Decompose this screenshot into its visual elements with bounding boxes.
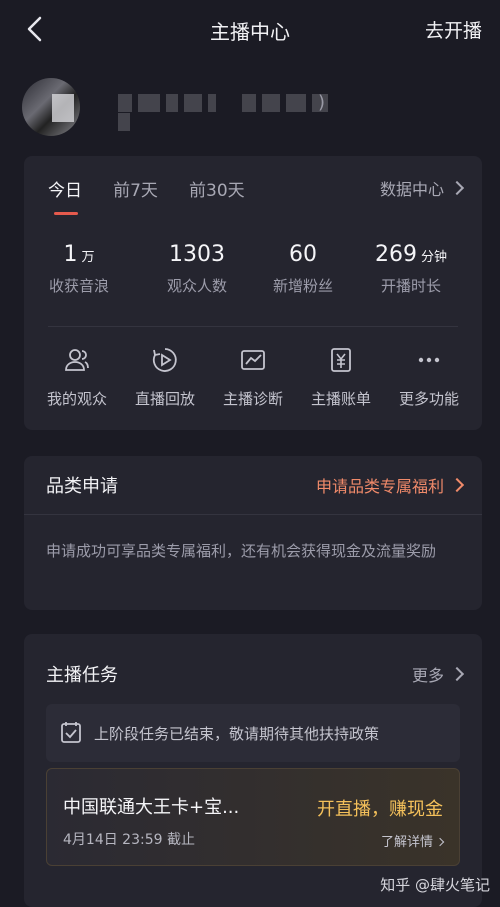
task-item[interactable]: 中国联通大王卡+宝... 4月14日 23:59 截止 开直播，赚现金 了解详情	[46, 768, 460, 866]
stat-value: 1303	[169, 242, 225, 267]
quick-actions: 我的观众 直播回放 主播诊断 主播账单 更多功能	[24, 346, 482, 416]
action-label: 直播回放	[134, 390, 195, 408]
divider	[48, 326, 458, 327]
action-label: 更多功能	[398, 390, 459, 408]
stat-value: 269	[374, 242, 417, 267]
stat-audio-waves: 1万 收获音浪	[24, 242, 134, 296]
active-tab-indicator	[54, 212, 78, 215]
chevron-right-icon	[449, 477, 465, 493]
category-application-card: 品类申请 申请品类专属福利 申请成功可享品类专属福利，还有机会获得现金及流量奖励	[24, 456, 482, 610]
stat-label: 开播时长	[380, 277, 441, 295]
stat-label: 观众人数	[166, 277, 227, 295]
notice-text: 上阶段任务已结束，敬请期待其他扶持政策	[94, 725, 380, 743]
stat-unit: 分钟	[420, 250, 447, 265]
stats-row: 1万 收获音浪 1303 观众人数 60 新增粉丝 269 分钟 开播时长	[24, 242, 482, 302]
streamer-tasks-card: 主播任务 更多 上阶段任务已结束，敬请期待其他扶持政策 中国联通大王卡+宝...…	[24, 634, 482, 907]
stat-value: 60	[289, 242, 317, 267]
category-benefit-link[interactable]: 申请品类专属福利	[315, 473, 465, 497]
task-notice: 上阶段任务已结束，敬请期待其他扶持政策	[46, 704, 460, 762]
stat-new-fans: 60 新增粉丝	[248, 242, 358, 296]
watermark: 知乎 @肆火笔记	[380, 876, 490, 894]
stat-live-duration: 269 分钟 开播时长	[356, 242, 466, 296]
task-detail-link[interactable]: 了解详情	[380, 831, 445, 850]
detail-label: 了解详情	[380, 835, 433, 850]
more-label: 更多	[411, 666, 444, 685]
username-suffix: )	[318, 92, 326, 113]
data-center-label: 数据中心	[379, 180, 444, 199]
data-overview-card: 今日 前7天 前30天 数据中心 1万 收获音浪 1303 观众人数 60 新增…	[24, 156, 482, 430]
streamer-diagnosis-button[interactable]: 主播诊断	[208, 346, 298, 409]
username-blurred	[118, 92, 338, 131]
category-description: 申请成功可享品类专属福利，还有机会获得现金及流量奖励	[46, 542, 437, 560]
start-live-button[interactable]: 去开播	[425, 16, 482, 43]
chevron-right-icon	[449, 180, 465, 196]
my-audience-button[interactable]: 我的观众	[32, 346, 122, 409]
data-center-link[interactable]: 数据中心	[379, 176, 465, 200]
period-tabs: 今日 前7天 前30天	[48, 176, 271, 206]
section-title: 品类申请	[46, 476, 118, 497]
more-icon	[418, 357, 440, 363]
more-features-button[interactable]: 更多功能	[384, 346, 474, 409]
stat-label: 收获音浪	[48, 277, 109, 295]
tab-today[interactable]: 今日	[48, 176, 82, 201]
task-name: 中国联通大王卡+宝...	[63, 797, 240, 818]
action-label: 主播账单	[310, 390, 371, 408]
stat-value: 1	[63, 242, 78, 267]
tasks-more-link[interactable]: 更多	[411, 662, 465, 686]
calendar-check-icon	[61, 722, 81, 743]
task-cta[interactable]: 开直播，赚现金	[317, 795, 443, 821]
action-label: 我的观众	[46, 390, 107, 408]
avatar[interactable]	[22, 78, 80, 136]
stat-label: 新增粉丝	[272, 277, 333, 295]
action-label: 主播诊断	[222, 390, 283, 408]
bill-icon	[331, 348, 351, 372]
section-title: 主播任务	[46, 665, 118, 686]
stat-viewers: 1303 观众人数	[142, 242, 252, 296]
replay-icon	[152, 348, 177, 372]
link-label: 申请品类专属福利	[315, 477, 444, 496]
tab-last-7-days[interactable]: 前7天	[113, 176, 158, 201]
chevron-right-icon	[435, 837, 445, 847]
profile-header: )	[22, 78, 482, 138]
tab-last-30-days[interactable]: 前30天	[189, 176, 245, 201]
audience-icon	[65, 349, 89, 371]
streamer-bill-button[interactable]: 主播账单	[296, 346, 386, 409]
diagnosis-icon	[241, 350, 265, 370]
top-bar: 主播中心 去开播	[0, 0, 500, 60]
task-deadline: 4月14日 23:59 截止	[63, 832, 195, 848]
stat-unit: 万	[81, 250, 95, 265]
divider	[24, 514, 482, 515]
chevron-right-icon	[449, 666, 465, 682]
live-replay-button[interactable]: 直播回放	[120, 346, 210, 409]
